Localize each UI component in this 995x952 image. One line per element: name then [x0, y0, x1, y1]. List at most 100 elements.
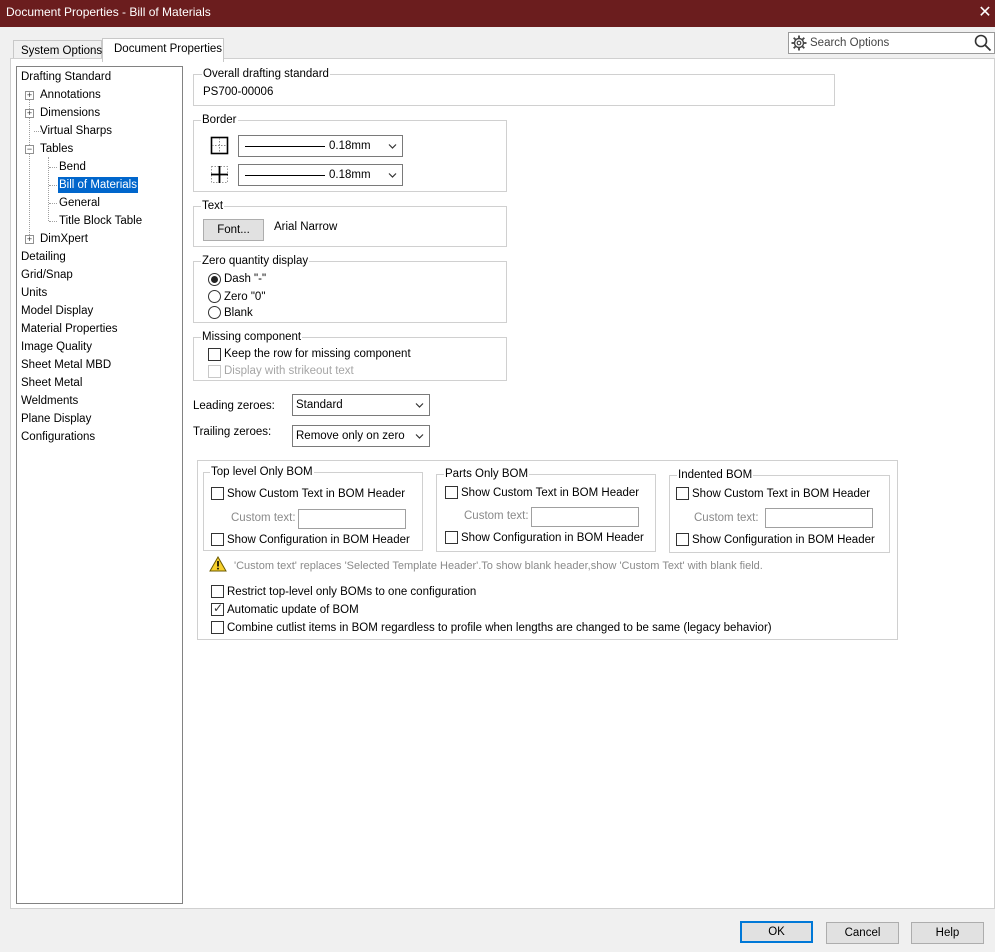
parts-only-bom-label: Parts Only BOM: [444, 468, 530, 480]
expand-icon[interactable]: +: [25, 235, 34, 244]
trailing-zeroes-value: Remove only on zero: [296, 430, 405, 442]
outer-border-icon: [210, 136, 229, 155]
combine-cutlist-label[interactable]: Combine cutlist items in BOM regardless …: [227, 622, 772, 634]
strikeout-checkbox[interactable]: [208, 365, 221, 378]
tree-connector: [49, 185, 57, 186]
tree-item-model-display[interactable]: Model Display: [21, 303, 93, 319]
tree-item-virtual-sharps[interactable]: Virtual Sharps: [40, 123, 112, 139]
search-icon[interactable]: [974, 34, 992, 52]
trailing-zeroes-label: Trailing zeroes:: [193, 426, 272, 438]
indented-custom-text-input[interactable]: [765, 508, 873, 528]
border-label: Border: [201, 114, 238, 126]
top-level-show-custom-checkbox[interactable]: [211, 487, 224, 500]
tree-item-image-quality[interactable]: Image Quality: [21, 339, 92, 355]
expand-icon[interactable]: +: [25, 91, 34, 100]
dash-radio[interactable]: [208, 273, 221, 286]
zero-quantity-label: Zero quantity display: [201, 255, 310, 267]
chevron-down-icon: [415, 403, 424, 408]
tree-connector: [49, 221, 57, 222]
blank-radio-label[interactable]: Blank: [224, 307, 253, 319]
tree-item-plane-display[interactable]: Plane Display: [21, 411, 91, 427]
indented-bom-label: Indented BOM: [677, 469, 754, 481]
keep-row-label[interactable]: Keep the row for missing component: [224, 348, 411, 360]
restrict-top-level-label[interactable]: Restrict top-level only BOMs to one conf…: [227, 586, 476, 598]
warning-icon: [209, 556, 227, 572]
window-title: Document Properties - Bill of Materials: [6, 5, 211, 19]
top-level-bom-label: Top level Only BOM: [210, 466, 314, 478]
font-button[interactable]: Font...: [203, 219, 264, 241]
tab-label: Document Properties: [114, 43, 223, 55]
top-level-custom-text-label: Custom text:: [231, 512, 296, 524]
tree-item-units[interactable]: Units: [21, 285, 47, 301]
tree-connector: [49, 167, 57, 168]
inner-border-thickness-select[interactable]: 0.18mm: [238, 164, 403, 186]
keep-row-checkbox[interactable]: [208, 348, 221, 361]
leading-zeroes-select[interactable]: Standard: [292, 394, 430, 416]
parts-only-show-custom-checkbox[interactable]: [445, 486, 458, 499]
check-icon: ✓: [213, 601, 224, 615]
cancel-button[interactable]: Cancel: [826, 922, 899, 944]
tree-item-detailing[interactable]: Detailing: [21, 249, 66, 265]
trailing-zeroes-select[interactable]: Remove only on zero: [292, 425, 430, 447]
tab-document-properties[interactable]: Document Properties: [102, 38, 224, 62]
zero-radio[interactable]: [208, 290, 221, 303]
tree-item-bill-of-materials[interactable]: Bill of Materials: [58, 177, 138, 193]
chevron-down-icon: [388, 144, 397, 149]
tree-item-drafting-standard[interactable]: Drafting Standard: [21, 69, 111, 85]
top-level-show-config-label[interactable]: Show Configuration in BOM Header: [227, 534, 410, 546]
parts-only-custom-text-label: Custom text:: [464, 510, 529, 522]
inner-border-icon: [211, 166, 228, 183]
parts-only-show-config-label[interactable]: Show Configuration in BOM Header: [461, 532, 644, 544]
top-level-show-custom-label[interactable]: Show Custom Text in BOM Header: [227, 488, 405, 500]
indented-show-custom-checkbox[interactable]: [676, 487, 689, 500]
top-level-show-config-checkbox[interactable]: [211, 533, 224, 546]
help-button[interactable]: Help: [911, 922, 984, 944]
line-sample: [245, 146, 325, 147]
tree-item-title-block-table[interactable]: Title Block Table: [59, 213, 142, 229]
combine-cutlist-checkbox[interactable]: [211, 621, 224, 634]
search-input[interactable]: Search Options: [810, 37, 889, 49]
top-level-custom-text-input[interactable]: [298, 509, 406, 529]
parts-only-show-config-checkbox[interactable]: [445, 531, 458, 544]
radio-dot: [211, 276, 218, 283]
search-box[interactable]: Search Options: [788, 32, 995, 54]
tree-item-weldments[interactable]: Weldments: [21, 393, 78, 409]
collapse-icon[interactable]: −: [25, 145, 34, 154]
restrict-top-level-checkbox[interactable]: [211, 585, 224, 598]
automatic-update-checkbox[interactable]: ✓: [211, 601, 224, 616]
inner-border-value: 0.18mm: [329, 169, 371, 181]
expand-icon[interactable]: +: [25, 109, 34, 118]
outer-border-value: 0.18mm: [329, 140, 371, 152]
indented-custom-text-label: Custom text:: [694, 512, 759, 524]
blank-radio[interactable]: [208, 306, 221, 319]
tree-item-configurations[interactable]: Configurations: [21, 429, 95, 445]
indented-show-config-label[interactable]: Show Configuration in BOM Header: [692, 534, 875, 546]
tree-item-dimxpert[interactable]: DimXpert: [40, 231, 88, 247]
options-tree[interactable]: Drafting Standard + Annotations + Dimens…: [16, 66, 183, 904]
strikeout-label: Display with strikeout text: [224, 365, 354, 377]
leading-zeroes-label: Leading zeroes:: [193, 400, 275, 412]
tree-item-material-properties[interactable]: Material Properties: [21, 321, 118, 337]
tree-item-grid-snap[interactable]: Grid/Snap: [21, 267, 73, 283]
overall-standard-label: Overall drafting standard: [202, 68, 330, 80]
parts-only-show-custom-label[interactable]: Show Custom Text in BOM Header: [461, 487, 639, 499]
tree-item-tables[interactable]: Tables: [40, 141, 73, 157]
tree-item-sheet-metal[interactable]: Sheet Metal: [21, 375, 82, 391]
indented-show-config-checkbox[interactable]: [676, 533, 689, 546]
custom-text-note: 'Custom text' replaces 'Selected Templat…: [234, 560, 763, 572]
tree-item-annotations[interactable]: Annotations: [40, 87, 101, 103]
parts-only-custom-text-input[interactable]: [531, 507, 639, 527]
outer-border-thickness-select[interactable]: 0.18mm: [238, 135, 403, 157]
close-icon[interactable]: ✕: [975, 0, 995, 27]
tree-item-bend[interactable]: Bend: [59, 159, 86, 175]
ok-button[interactable]: OK: [740, 921, 813, 943]
zero-radio-label[interactable]: Zero "0": [224, 291, 265, 303]
tree-item-sheet-metal-mbd[interactable]: Sheet Metal MBD: [21, 357, 111, 373]
dash-radio-label[interactable]: Dash "-": [224, 273, 266, 285]
line-sample: [245, 175, 325, 176]
automatic-update-label[interactable]: Automatic update of BOM: [227, 604, 359, 616]
tree-item-dimensions[interactable]: Dimensions: [40, 105, 100, 121]
tree-item-general[interactable]: General: [59, 195, 100, 211]
indented-show-custom-label[interactable]: Show Custom Text in BOM Header: [692, 488, 870, 500]
chevron-down-icon: [415, 434, 424, 439]
